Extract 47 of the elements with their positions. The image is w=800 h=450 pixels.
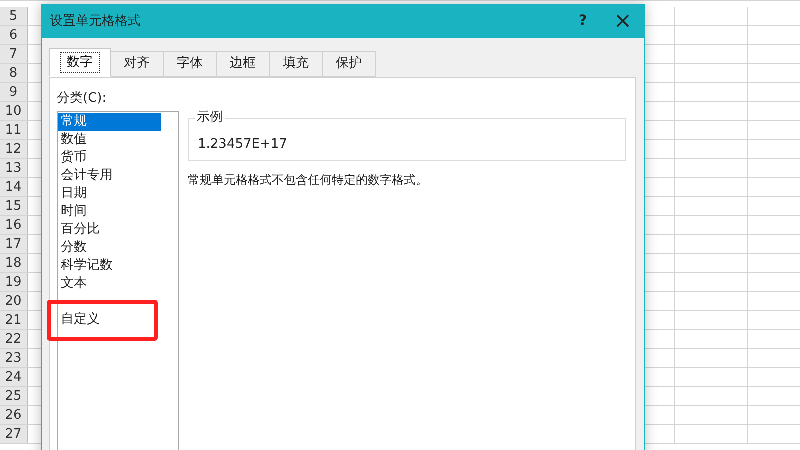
- tab[interactable]: 字体: [164, 51, 217, 77]
- category-item[interactable]: 自定义: [58, 311, 178, 329]
- row-header[interactable]: 16: [0, 216, 28, 234]
- category-item[interactable]: 货币: [58, 149, 178, 167]
- category-item[interactable]: 百分比: [58, 221, 178, 239]
- format-description: 常规单元格格式不包含任何特定的数字格式。: [188, 172, 429, 189]
- row-header[interactable]: 11: [0, 121, 28, 139]
- row-header[interactable]: 12: [0, 140, 28, 158]
- row-header[interactable]: 8: [0, 64, 28, 82]
- close-button[interactable]: ×: [608, 6, 638, 36]
- category-item[interactable]: 分数: [58, 239, 178, 257]
- row-header[interactable]: 17: [0, 235, 28, 253]
- row-header[interactable]: 20: [0, 292, 28, 310]
- tab[interactable]: 填充: [270, 51, 323, 77]
- tab[interactable]: 数字: [49, 48, 111, 77]
- row-header[interactable]: 14: [0, 178, 28, 196]
- category-item[interactable]: 文本: [58, 275, 178, 293]
- sample-value: 1.23457E+17: [198, 136, 288, 154]
- help-button[interactable]: ?: [568, 6, 598, 36]
- row-header[interactable]: 7: [0, 45, 28, 63]
- dialog-title: 设置单元格格式: [50, 12, 141, 31]
- tab[interactable]: 保护: [323, 51, 376, 77]
- row-header[interactable]: 10: [0, 102, 28, 120]
- sample-legend: 示例: [195, 110, 225, 126]
- row-header[interactable]: 18: [0, 254, 28, 272]
- row-header[interactable]: 21: [0, 311, 28, 329]
- category-item[interactable]: 时间: [58, 203, 178, 221]
- row-header[interactable]: 19: [0, 273, 28, 291]
- row-header[interactable]: 25: [0, 387, 28, 405]
- row-header[interactable]: 26: [0, 406, 28, 424]
- category-item[interactable]: 数值: [58, 131, 178, 149]
- category-item[interactable]: 常规: [58, 113, 161, 131]
- row-header[interactable]: 15: [0, 197, 28, 215]
- tab[interactable]: 对齐: [111, 51, 164, 77]
- category-item[interactable]: 会计专用: [58, 167, 178, 185]
- category-item[interactable]: 科学记数: [58, 257, 178, 275]
- row-header[interactable]: 6: [0, 26, 28, 44]
- row-header[interactable]: 13: [0, 159, 28, 177]
- row-header[interactable]: 24: [0, 368, 28, 386]
- row-header[interactable]: 9: [0, 83, 28, 101]
- row-header[interactable]: 22: [0, 330, 28, 348]
- tab[interactable]: 边框: [217, 51, 270, 77]
- row-header[interactable]: 27: [0, 425, 28, 443]
- row-header[interactable]: 23: [0, 349, 28, 367]
- category-label: 分类(C):: [57, 90, 108, 108]
- category-item[interactable]: 日期: [58, 185, 178, 203]
- row-header[interactable]: 5: [0, 7, 28, 25]
